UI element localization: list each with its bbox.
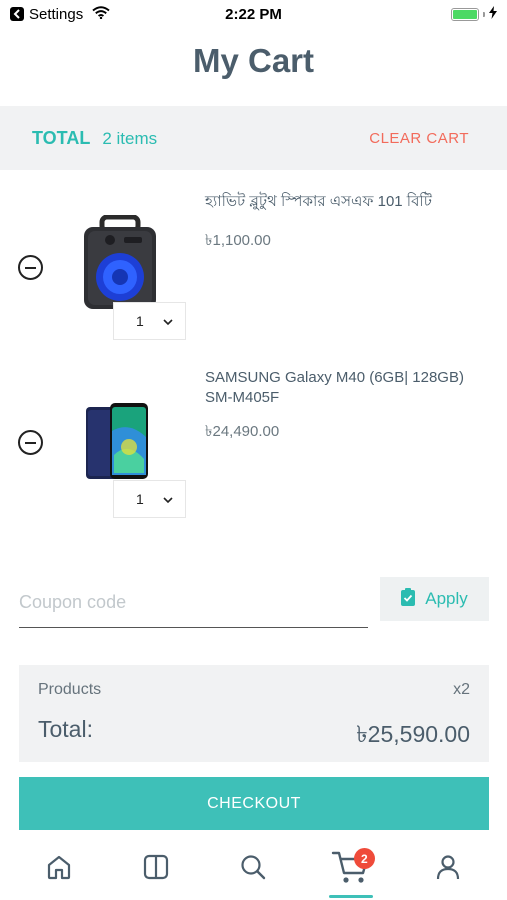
wifi-icon [92, 5, 110, 23]
quantity-value: 1 [136, 491, 144, 507]
item-count: 2 items [102, 128, 158, 148]
product-price: ৳24,490.00 [205, 423, 280, 440]
tab-cart[interactable]: 2 [321, 844, 381, 898]
search-icon [239, 853, 267, 886]
battery-icon [451, 7, 479, 21]
categories-icon [142, 853, 170, 886]
total-value: ৳25,590.00 [356, 721, 470, 747]
smartphone-icon [86, 403, 148, 479]
chevron-down-icon [163, 313, 173, 329]
battery-tip [483, 11, 485, 17]
home-icon [45, 853, 73, 886]
products-count: x2 [453, 681, 470, 698]
profile-icon [434, 853, 462, 886]
remove-item-button[interactable] [18, 255, 43, 280]
tab-bar: 2 [0, 838, 507, 900]
back-app-label: Settings [29, 5, 84, 23]
products-label: Products [38, 681, 102, 698]
apply-label: Apply [425, 589, 468, 608]
bluetooth-speaker-icon [84, 215, 156, 309]
cart-total-bar: TOTAL 2 items CLEAR CART [0, 106, 507, 170]
remove-item-button[interactable] [18, 430, 43, 455]
tab-search[interactable] [223, 844, 283, 894]
cart-badge: 2 [353, 848, 375, 869]
tab-categories[interactable] [126, 844, 186, 894]
cart-item: 1 SAMSUNG Galaxy M40 (6GB| 128GB) SM-M40… [0, 360, 507, 530]
chevron-down-icon [163, 491, 173, 507]
apply-coupon-button[interactable]: Apply [380, 577, 489, 621]
total-label: Total: [38, 716, 93, 742]
checkout-button[interactable]: CHECKOUT [19, 777, 489, 830]
product-name: হ্যাভিট ব্লুটুথ স্পিকার এসএফ 101 বিটি [205, 193, 432, 210]
product-name: SAMSUNG Galaxy M40 (6GB| 128GB) SM-M405F [205, 369, 464, 406]
back-to-app[interactable]: Settings [10, 6, 110, 23]
tab-home[interactable] [29, 844, 89, 894]
cart-item: 1 হ্যাভিট ব্লুটুথ স্পিকার এসএফ 101 বিটি … [0, 180, 507, 350]
status-bar: Settings 2:22 PM [0, 0, 507, 28]
quantity-value: 1 [136, 313, 144, 329]
clear-cart-button[interactable]: CLEAR CART [369, 130, 469, 147]
total-label: TOTAL [32, 127, 91, 148]
coupon-code-input[interactable] [19, 577, 368, 628]
quantity-select[interactable]: 1 [113, 302, 186, 340]
quantity-select[interactable]: 1 [113, 480, 186, 518]
order-summary: Products x2 Total: ৳25,590.00 [19, 665, 489, 762]
charging-icon [489, 5, 497, 23]
back-chevron-icon [10, 7, 24, 21]
page-title: My Cart [192, 42, 315, 79]
tab-profile[interactable] [418, 844, 478, 894]
product-price: ৳1,100.00 [205, 232, 271, 249]
clipboard-check-icon [401, 587, 416, 611]
